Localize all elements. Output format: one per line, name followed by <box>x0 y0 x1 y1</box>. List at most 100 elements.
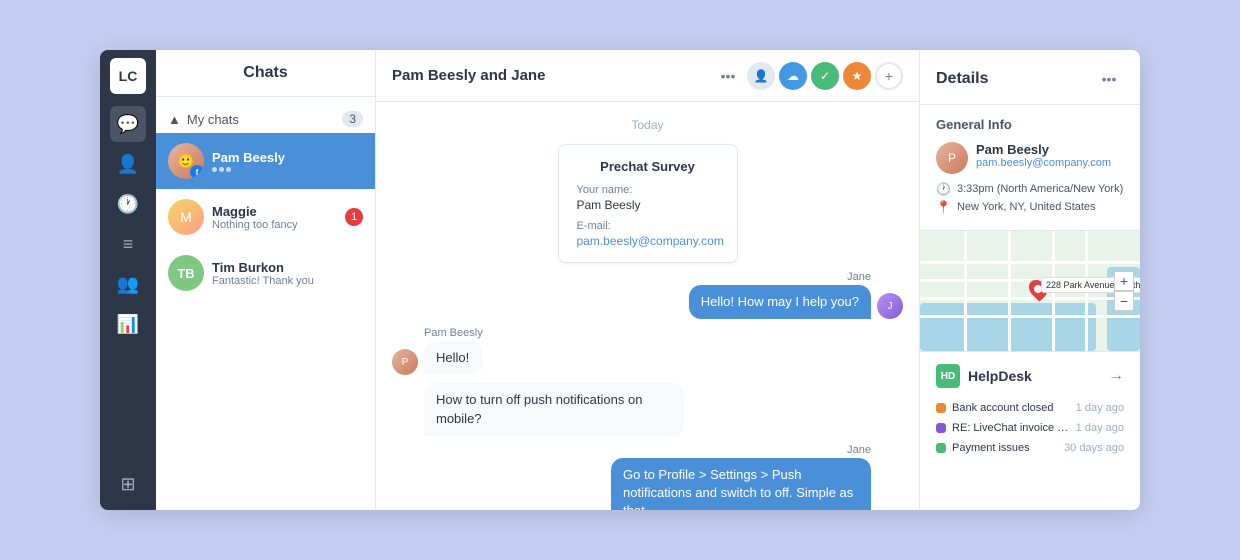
my-chats-count: 3 <box>342 111 363 127</box>
map-zoom-in[interactable]: + <box>1114 271 1134 291</box>
helpdesk-arrow-icon[interactable]: → <box>1108 367 1124 385</box>
map-background: 228 Park Avenue South + − <box>920 231 1140 351</box>
general-info-title: General Info <box>936 117 1124 132</box>
sidebar-icon-clock[interactable]: 🕐 <box>110 186 146 222</box>
message-row-jane-2: J Jane Go to Profile > Settings > Push n… <box>392 444 903 510</box>
message-row-pam-2: How to turn off push notifications on mo… <box>392 383 903 435</box>
helpdesk-logo: HD <box>936 364 960 388</box>
map-zoom-out[interactable]: − <box>1114 291 1134 311</box>
helpdesk-dot-orange <box>936 403 946 413</box>
clock-icon: 🕐 <box>936 182 951 196</box>
map-container[interactable]: 228 Park Avenue South + − <box>920 231 1140 351</box>
helpdesk-item-text-2: RE: LiveChat invoice rece... <box>952 422 1072 434</box>
chat-name-maggie: Maggie <box>212 204 337 219</box>
message-row-jane-1: J Jane Hello! How may I help you? <box>392 271 903 319</box>
sidebar-icon-apps[interactable]: ⊞ <box>110 466 146 502</box>
chevron-down-icon: ▲ <box>168 112 181 127</box>
chat-header-icons: ••• 👤 ☁ ✓ ★ + <box>713 61 903 91</box>
chats-panel: Chats ▲ My chats 3 🙂 f Pam Beesly <box>156 50 376 510</box>
unread-badge-maggie: 1 <box>345 208 363 226</box>
sidebar-icon-team[interactable]: 👥 <box>110 266 146 302</box>
header-add-integration-button[interactable]: + <box>875 62 903 90</box>
general-info-section: General Info P Pam Beesly pam.beesly@com… <box>920 105 1140 231</box>
chat-avatar-maggie: M <box>168 199 204 235</box>
user-email[interactable]: pam.beesly@company.com <box>976 157 1111 169</box>
helpdesk-item-2[interactable]: RE: LiveChat invoice rece... 1 day ago <box>936 418 1124 438</box>
helpdesk-item-time-3: 30 days ago <box>1064 442 1124 454</box>
helpdesk-dot-green <box>936 443 946 453</box>
helpdesk-item-text-3: Payment issues <box>952 442 1030 454</box>
chat-preview-maggie: Nothing too fancy <box>212 219 337 231</box>
user-avatar-large: P <box>936 142 968 174</box>
message-bubble-pam-2: How to turn off push notifications on mo… <box>424 383 684 435</box>
header-person-icon[interactable]: 👤 <box>747 62 775 90</box>
chat-avatar-pam: 🙂 f <box>168 143 204 179</box>
helpdesk-item-time-1: 1 day ago <box>1076 402 1124 414</box>
my-chats-section: ▲ My chats 3 🙂 f Pam Beesly <box>156 97 375 309</box>
location-icon: 📍 <box>936 200 951 214</box>
map-road-v1 <box>964 231 967 351</box>
message-bubble-wrap-pam-1: Pam Beesly Hello! <box>424 327 483 375</box>
header-integration-icon-2[interactable]: ★ <box>843 62 871 90</box>
message-row-pam-1: P Pam Beesly Hello! <box>392 327 903 375</box>
chat-messages: Today Prechat Survey Your name: Pam Bees… <box>376 102 919 510</box>
chat-avatar-tim: TB <box>168 255 204 291</box>
chat-header: Pam Beesly and Jane ••• 👤 ☁ ✓ ★ + <box>376 50 919 102</box>
chat-item-maggie[interactable]: M Maggie Nothing too fancy 1 <box>156 189 375 245</box>
user-time: 3:33pm (North America/New York) <box>957 183 1123 195</box>
details-more-button[interactable]: ••• <box>1094 64 1124 94</box>
right-panel-header: Details ••• <box>920 50 1140 105</box>
helpdesk-name: HelpDesk <box>968 368 1032 384</box>
chat-info-pam: Pam Beesly <box>212 150 363 172</box>
typing-indicator <box>212 167 363 172</box>
user-name: Pam Beesly <box>976 142 1111 157</box>
helpdesk-item-3[interactable]: Payment issues 30 days ago <box>936 438 1124 458</box>
sidebar-icon-contacts[interactable]: 👤 <box>110 146 146 182</box>
helpdesk-header: HD HelpDesk → <box>936 364 1124 388</box>
helpdesk-section: HD HelpDesk → Bank account closed 1 day … <box>920 351 1140 470</box>
user-location-row: 📍 New York, NY, United States <box>936 200 1124 214</box>
prechat-name-value: Pam Beesly <box>577 198 719 212</box>
chat-title: Pam Beesly and Jane <box>392 67 545 84</box>
chat-item-tim[interactable]: TB Tim Burkon Fantastic! Thank you <box>156 245 375 301</box>
my-chats-text: My chats <box>187 112 239 127</box>
message-sender-pam: Pam Beesly <box>424 327 483 339</box>
map-road-h3 <box>920 297 1140 300</box>
chat-name-tim: Tim Burkon <box>212 260 363 275</box>
my-chats-label[interactable]: ▲ My chats 3 <box>156 105 375 133</box>
more-options-button[interactable]: ••• <box>713 61 743 91</box>
sidebar-icon-chat[interactable]: 💬 <box>110 106 146 142</box>
user-info-text: Pam Beesly pam.beesly@company.com <box>976 142 1111 169</box>
map-road-h4 <box>920 315 1140 318</box>
sidebar-icon-analytics[interactable]: 📊 <box>110 306 146 342</box>
helpdesk-item-time-2: 1 day ago <box>1076 422 1124 434</box>
message-avatar-pam: P <box>392 349 418 375</box>
message-bubble-wrap-jane-2: Jane Go to Profile > Settings > Push not… <box>611 444 871 510</box>
message-sender-jane: Jane <box>689 271 871 283</box>
user-time-row: 🕐 3:33pm (North America/New York) <box>936 182 1124 196</box>
chats-panel-header: Chats <box>156 50 375 97</box>
chat-item-pam[interactable]: 🙂 f Pam Beesly <box>156 133 375 189</box>
helpdesk-title-row: HD HelpDesk <box>936 364 1032 388</box>
message-bubble-jane-1: Hello! How may I help you? <box>689 285 871 319</box>
helpdesk-item-text-1: Bank account closed <box>952 402 1054 414</box>
prechat-email-value: pam.beesly@company.com <box>577 234 719 248</box>
message-bubble-wrap-pam-2: How to turn off push notifications on mo… <box>424 383 684 435</box>
helpdesk-item-1[interactable]: Bank account closed 1 day ago <box>936 398 1124 418</box>
helpdesk-dot-purple <box>936 423 946 433</box>
chat-info-maggie: Maggie Nothing too fancy <box>212 204 337 231</box>
sidebar-icon-reports[interactable]: ≡ <box>110 226 146 262</box>
map-road-v2 <box>1008 231 1011 351</box>
prechat-title: Prechat Survey <box>577 159 719 174</box>
message-bubble-pam-1: Hello! <box>424 341 483 375</box>
prechat-survey: Prechat Survey Your name: Pam Beesly E-m… <box>558 144 738 263</box>
prechat-email-label: E-mail: <box>577 220 719 232</box>
app-sidebar: LC 💬 👤 🕐 ≡ 👥 📊 ⊞ <box>100 50 156 510</box>
facebook-badge: f <box>190 165 204 179</box>
date-divider: Today <box>392 118 903 132</box>
message-sender-jane-2: Jane <box>611 444 871 456</box>
chat-preview-tim: Fantastic! Thank you <box>212 275 363 287</box>
header-salesforce-icon[interactable]: ☁ <box>779 62 807 90</box>
message-avatar-jane: J <box>877 293 903 319</box>
header-integration-icon-1[interactable]: ✓ <box>811 62 839 90</box>
